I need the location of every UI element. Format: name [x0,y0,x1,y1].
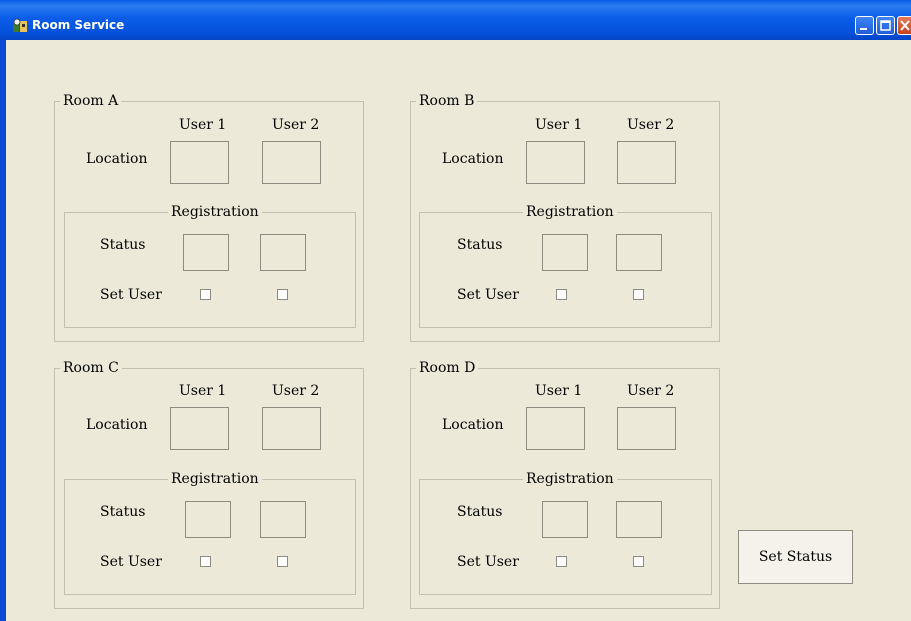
location-label: Location [442,417,504,433]
window-frame-left [0,40,6,621]
set-user-label: Set User [457,554,519,570]
user2-header: User 2 [272,383,320,399]
location-label: Location [86,151,148,167]
status-user2-field[interactable] [260,234,306,271]
room-c-group: Room C User 1 User 2 Location Registrati… [54,360,364,609]
maximize-icon [880,20,891,31]
registration-title: Registration [168,204,262,220]
status-user1-field[interactable] [185,501,231,538]
user2-header: User 2 [627,117,675,133]
set-user2-checkbox[interactable] [277,289,288,300]
user1-header: User 1 [179,117,227,133]
user1-header: User 1 [179,383,227,399]
status-user2-field[interactable] [616,234,662,271]
status-label: Status [457,237,503,253]
status-user2-field[interactable] [260,501,306,538]
set-user2-checkbox[interactable] [633,289,644,300]
location-user1-field[interactable] [526,407,585,450]
location-user2-field[interactable] [262,407,321,450]
location-user1-field[interactable] [526,141,585,184]
status-user1-field[interactable] [542,501,588,538]
user1-header: User 1 [535,383,583,399]
minimize-button[interactable] [855,16,874,35]
room-a-title: Room A [60,93,122,109]
status-user1-field[interactable] [183,234,229,271]
set-user1-checkbox[interactable] [200,289,211,300]
status-user2-field[interactable] [616,501,662,538]
room-a-group: Room A User 1 User 2 Location Registrati… [54,93,364,342]
location-user2-field[interactable] [617,141,676,184]
room-d-group: Room D User 1 User 2 Location Registrati… [410,360,720,609]
set-user1-checkbox[interactable] [556,556,567,567]
status-label: Status [457,504,503,520]
status-user1-field[interactable] [542,234,588,271]
close-icon [900,20,910,31]
room-c-title: Room C [60,360,122,376]
set-user2-checkbox[interactable] [277,556,288,567]
registration-title: Registration [523,204,617,220]
user2-header: User 2 [627,383,675,399]
location-label: Location [442,151,504,167]
user1-header: User 1 [535,117,583,133]
status-label: Status [100,237,146,253]
registration-group: Registration Status Set User [64,204,356,328]
set-status-button[interactable]: Set Status [738,530,853,584]
room-d-title: Room D [416,360,479,376]
user2-header: User 2 [272,117,320,133]
set-user1-checkbox[interactable] [556,289,567,300]
location-user1-field[interactable] [170,407,229,450]
set-user-label: Set User [100,554,162,570]
registration-title: Registration [523,471,617,487]
set-user-label: Set User [457,287,519,303]
set-user2-checkbox[interactable] [633,556,644,567]
window-title: Room Service [32,18,125,32]
registration-title: Registration [168,471,262,487]
set-user-label: Set User [100,287,162,303]
room-b-title: Room B [416,93,478,109]
status-label: Status [100,504,146,520]
location-user2-field[interactable] [617,407,676,450]
title-bar[interactable]: Room Service [0,0,911,40]
registration-group: Registration Status Set User [419,204,712,328]
room-b-group: Room B User 1 User 2 Location Registrati… [410,93,720,342]
set-user1-checkbox[interactable] [200,556,211,567]
maximize-button[interactable] [876,16,895,35]
location-user1-field[interactable] [170,141,229,184]
close-button[interactable] [897,16,911,35]
app-icon [13,18,27,32]
minimize-icon [860,28,867,30]
location-label: Location [86,417,148,433]
location-user2-field[interactable] [262,141,321,184]
registration-group: Registration Status Set User [64,471,356,595]
registration-group: Registration Status Set User [419,471,712,595]
